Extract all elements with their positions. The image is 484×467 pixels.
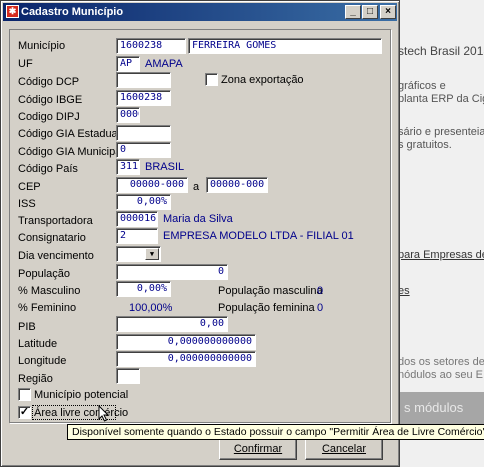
bg-text: gráficos e bbox=[398, 80, 446, 92]
latitude-input[interactable]: 0,000000000000 bbox=[116, 334, 256, 350]
codigo-pais-input[interactable]: 311 bbox=[116, 159, 140, 175]
bg-modules-button[interactable]: s módulos bbox=[390, 392, 484, 424]
codigo-dcp-label: Código DCP bbox=[18, 76, 80, 88]
codigo-dipj-input[interactable]: 0000 bbox=[116, 107, 140, 123]
pib-label: PIB bbox=[18, 321, 36, 333]
populacao-masculina-value: 0 bbox=[317, 285, 324, 297]
tooltip: Disponível somente quando o Estado possu… bbox=[67, 424, 484, 440]
consignatario-label: Consignatario bbox=[18, 232, 86, 244]
bg-text: nódulos ao seu E bbox=[398, 369, 484, 381]
municipio-label: Município bbox=[18, 40, 66, 52]
municipio-potencial-label: Município potencial bbox=[34, 389, 129, 401]
codigo-gia-estadual-label: Código GIA Estadual bbox=[18, 128, 121, 140]
cep-label: CEP bbox=[18, 181, 41, 193]
zona-exportacao-label: Zona exportação bbox=[221, 74, 304, 86]
cadastro-municipio-dialog: ✱ Cadastro Município _ □ × Município 160… bbox=[0, 0, 400, 467]
pib-input[interactable]: 0,00 bbox=[116, 316, 228, 332]
populacao-feminina-label: População feminina bbox=[218, 302, 315, 314]
latitude-label: Latitude bbox=[18, 338, 58, 350]
window-title: Cadastro Município bbox=[21, 6, 124, 18]
codigo-ibge-label: Código IBGE bbox=[18, 94, 83, 106]
pais-name: BRASIL bbox=[145, 161, 185, 173]
cancel-label: Cancelar bbox=[321, 443, 367, 455]
bg-text: dos os setores de bbox=[398, 356, 484, 368]
regiao-label: Região bbox=[18, 373, 53, 385]
codigo-gia-municipal-input[interactable]: 0 bbox=[116, 142, 171, 158]
confirm-button[interactable]: Confirmar bbox=[219, 439, 297, 460]
zona-exportacao-checkbox[interactable] bbox=[205, 73, 218, 86]
codigo-pais-label: Código País bbox=[18, 163, 78, 175]
bg-text: s gratuitos. bbox=[398, 139, 452, 151]
bg-text: planta ERP da Cig bbox=[398, 93, 484, 105]
area-livre-comercio-label: Área livre comércio bbox=[34, 407, 129, 419]
bg-link[interactable]: para Empresas de bbox=[398, 249, 484, 261]
codigo-ibge-input[interactable]: 1600238 bbox=[116, 90, 171, 106]
mouse-cursor-icon bbox=[98, 405, 110, 422]
dia-vencimento-select[interactable]: ▼ bbox=[116, 246, 161, 262]
pct-feminino-label: % Feminino bbox=[18, 302, 77, 314]
title-bar[interactable]: ✱ Cadastro Município _ □ × bbox=[3, 3, 397, 21]
populacao-label: População bbox=[18, 268, 70, 280]
chevron-down-icon[interactable]: ▼ bbox=[145, 248, 159, 260]
consignatario-code-input[interactable]: 2 bbox=[116, 228, 158, 244]
uf-label: UF bbox=[18, 58, 33, 70]
uf-code-input[interactable]: AP bbox=[116, 56, 140, 72]
consignatario-name: EMPRESA MODELO LTDA - FILIAL 01 bbox=[163, 230, 354, 242]
bg-text: stech Brasil 2013 bbox=[398, 44, 484, 58]
populacao-masculina-label: População masculina bbox=[218, 285, 323, 297]
app-icon: ✱ bbox=[6, 5, 19, 18]
codigo-gia-municipal-label: Código GIA Municipal bbox=[18, 146, 124, 158]
confirm-label: Confirmar bbox=[233, 443, 283, 455]
uf-name: AMAPA bbox=[145, 58, 183, 70]
cancel-button[interactable]: Cancelar bbox=[305, 439, 383, 460]
regiao-input[interactable] bbox=[116, 368, 140, 384]
municipio-potencial-checkbox[interactable] bbox=[18, 388, 31, 401]
bg-text: sário e presenteia bbox=[398, 126, 484, 138]
transportadora-code-input[interactable]: 000016 bbox=[116, 211, 158, 227]
codigo-dcp-input[interactable] bbox=[116, 72, 171, 88]
cep-separator: a bbox=[193, 181, 200, 193]
transportadora-label: Transportadora bbox=[18, 215, 93, 227]
longitude-input[interactable]: 0,000000000000 bbox=[116, 351, 256, 367]
iss-input[interactable]: 0,00% bbox=[116, 194, 171, 210]
populacao-input[interactable]: 0 bbox=[116, 264, 228, 280]
codigo-dipj-label: Codigo DIPJ bbox=[18, 111, 80, 123]
cep-to-input[interactable]: 00000-000 bbox=[206, 177, 268, 193]
codigo-gia-estadual-input[interactable] bbox=[116, 125, 171, 141]
pct-masculino-input[interactable]: 0,00% bbox=[116, 281, 171, 297]
longitude-label: Longitude bbox=[18, 355, 67, 367]
area-livre-comercio-checkbox[interactable]: ✓ bbox=[18, 406, 31, 419]
dia-vencimento-label: Dia vencimento bbox=[18, 250, 94, 262]
iss-label: ISS bbox=[18, 198, 36, 210]
close-button[interactable]: × bbox=[380, 5, 396, 19]
pct-masculino-label: % Masculino bbox=[18, 285, 81, 297]
municipio-name-input[interactable]: FERREIRA GOMES bbox=[188, 38, 382, 54]
cep-from-input[interactable]: 00000-000 bbox=[116, 177, 188, 193]
municipio-code-input[interactable]: 1600238 bbox=[116, 38, 186, 54]
maximize-button[interactable]: □ bbox=[362, 5, 378, 19]
minimize-button[interactable]: _ bbox=[345, 5, 361, 19]
pct-feminino-value: 100,00% bbox=[129, 302, 173, 314]
transportadora-name: Maria da Silva bbox=[163, 213, 233, 225]
populacao-feminina-value: 0 bbox=[317, 302, 324, 314]
